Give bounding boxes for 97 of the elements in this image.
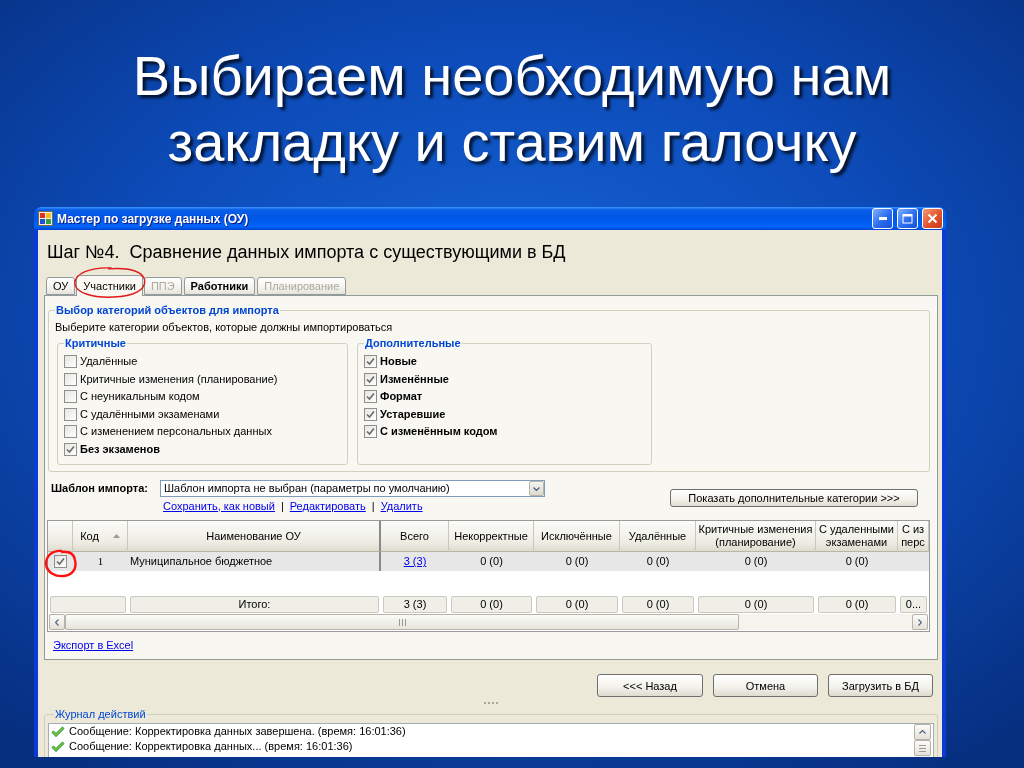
checkbox[interactable] (364, 425, 377, 439)
check-icon (51, 726, 65, 737)
checkbox-label: Критичные изменения (планирование) (80, 372, 278, 386)
total-cell: 0 (0) (451, 596, 532, 613)
table-cell-text: 0 (0) (479, 554, 504, 569)
group-title: Критичные (64, 337, 127, 350)
template-select[interactable]: Шаблон импорта не выбран (параметры по умолчанию) (160, 480, 545, 497)
check-icon (51, 741, 65, 752)
table-cell-text: 0 (0) (564, 554, 590, 569)
dialog-button[interactable]: Загрузить в БД (828, 674, 933, 697)
checkbox[interactable] (64, 390, 77, 404)
total-cell: Итого: (130, 596, 379, 613)
count-link[interactable]: 3 (3) (403, 555, 427, 568)
checkbox-label: Устаревшие (380, 407, 446, 421)
table-cell-text: 0 (0) (645, 554, 671, 569)
scrollbar-thumb[interactable] (914, 740, 931, 756)
total-cell: 0 (0) (622, 596, 694, 613)
column-header[interactable]: Критичные изменения (планирование) (696, 521, 816, 552)
total-cell: 3 (3) (383, 596, 447, 613)
column-header[interactable]: Исключённые (534, 521, 620, 552)
checkbox[interactable] (364, 390, 377, 404)
checkbox-label: Формат (380, 390, 423, 404)
close-icon (927, 213, 938, 224)
export-link[interactable]: Экспорт в Excel (53, 639, 134, 652)
column-header[interactable]: С из перс (898, 521, 929, 552)
app-icon (38, 211, 53, 226)
tab[interactable]: Работники (183, 277, 256, 295)
column-header[interactable]: Удалённые (620, 521, 696, 552)
tab[interactable]: Участники (76, 275, 143, 296)
chevron-right-icon (918, 618, 922, 626)
total-cell: 0... (900, 596, 927, 613)
table-cell-text: 0 (0) (844, 554, 870, 569)
checkbox-label: Изменённые (380, 372, 449, 386)
column-header[interactable]: С удаленными экзаменами (816, 521, 898, 552)
close-button[interactable] (922, 208, 943, 229)
total-cell: 0 (0) (536, 596, 618, 613)
column-header[interactable]: Наименование ОУ (128, 521, 381, 552)
checkbox[interactable] (364, 372, 377, 386)
column-header[interactable]: Всего (381, 521, 449, 552)
scrollbar-thumb[interactable] (65, 614, 739, 630)
link-separator: | (371, 499, 375, 513)
maximize-icon (902, 213, 913, 224)
link-separator: | (280, 499, 284, 513)
slide-title: Выбираем необходимую нам закладку и ставим галочку (131, 43, 893, 175)
chevron-left-icon (55, 618, 59, 626)
maximize-button[interactable] (897, 208, 918, 229)
table-cell: Муниципальное бюджетное (128, 552, 381, 571)
step-title: Шаг №4. Сравнение данных импорта с существующими в БД (47, 241, 566, 264)
minimize-icon (878, 217, 887, 220)
scroll-right-button[interactable] (912, 614, 928, 630)
log-message: Сообщение: Корректировка данных завершена. (время: 16:01:36) (69, 725, 406, 738)
table-cell-text: 1 (96, 554, 105, 569)
checkbox[interactable] (64, 407, 77, 421)
checkbox[interactable] (364, 407, 377, 421)
template-link[interactable]: Сохранить, как новый (163, 499, 275, 513)
dialog-button[interactable]: <<< Назад (597, 674, 703, 697)
template-link[interactable]: Удалить (380, 499, 423, 513)
checkbox-label: С неуникальным кодом (80, 390, 200, 404)
minimize-button[interactable] (872, 208, 893, 229)
group-description: Выберите категории объектов, которые должны импортироваться (55, 321, 393, 334)
group-title: Дополнительные (364, 337, 462, 350)
scroll-up-button[interactable] (914, 724, 931, 740)
table-cell-text: 0 (0) (743, 554, 769, 569)
checkbox[interactable] (64, 425, 77, 439)
checkbox-label: С изменённым кодом (380, 425, 498, 439)
window-title: Мастер по загрузке данных (ОУ) (57, 211, 249, 226)
tab[interactable]: ОУ (46, 277, 76, 295)
checkbox[interactable] (64, 442, 77, 456)
template-label: Шаблон импорта: (51, 481, 149, 496)
grip-icon (919, 744, 926, 752)
checkbox-label: С изменением персональных данных (80, 425, 272, 439)
checkbox[interactable] (54, 555, 67, 568)
checkbox[interactable] (64, 372, 77, 386)
more-categories-button[interactable]: Показать дополнительные категории >>> (670, 489, 918, 507)
splitter-grip-icon (484, 701, 498, 704)
group-title: Журнал действий (54, 708, 147, 721)
total-cell: 0 (0) (818, 596, 896, 613)
column-header[interactable]: Код (73, 521, 128, 552)
scroll-left-button[interactable] (49, 614, 65, 630)
checkbox[interactable] (364, 355, 377, 369)
table-header-cell (48, 521, 73, 552)
checkbox-label: Без экзаменов (80, 442, 160, 456)
grip-icon (398, 618, 406, 626)
dropdown-button[interactable] (529, 481, 544, 496)
checkbox-label: С удалёнными экзаменами (80, 407, 220, 421)
chevron-up-icon (919, 730, 926, 734)
log-message: Сообщение: Корректировка данных... (время: 16:01:36) (69, 740, 353, 753)
group-title: Выбор категорий объектов для импорта (55, 304, 280, 317)
table-row[interactable]: 1 Муниципальное бюджетное 3 (3) 0 (0) 0 (0) 0 (0) 0 (0) 0 (0) (48, 552, 929, 571)
checkbox-label: Удалённые (80, 355, 138, 369)
checkbox[interactable] (64, 355, 77, 369)
template-link[interactable]: Редактировать (289, 499, 366, 513)
chevron-down-icon (533, 486, 540, 491)
total-cell: 0 (0) (698, 596, 814, 613)
checkbox-label: Новые (380, 355, 417, 369)
column-header[interactable]: Некорректные (449, 521, 534, 552)
dialog-button[interactable]: Отмена (713, 674, 818, 697)
